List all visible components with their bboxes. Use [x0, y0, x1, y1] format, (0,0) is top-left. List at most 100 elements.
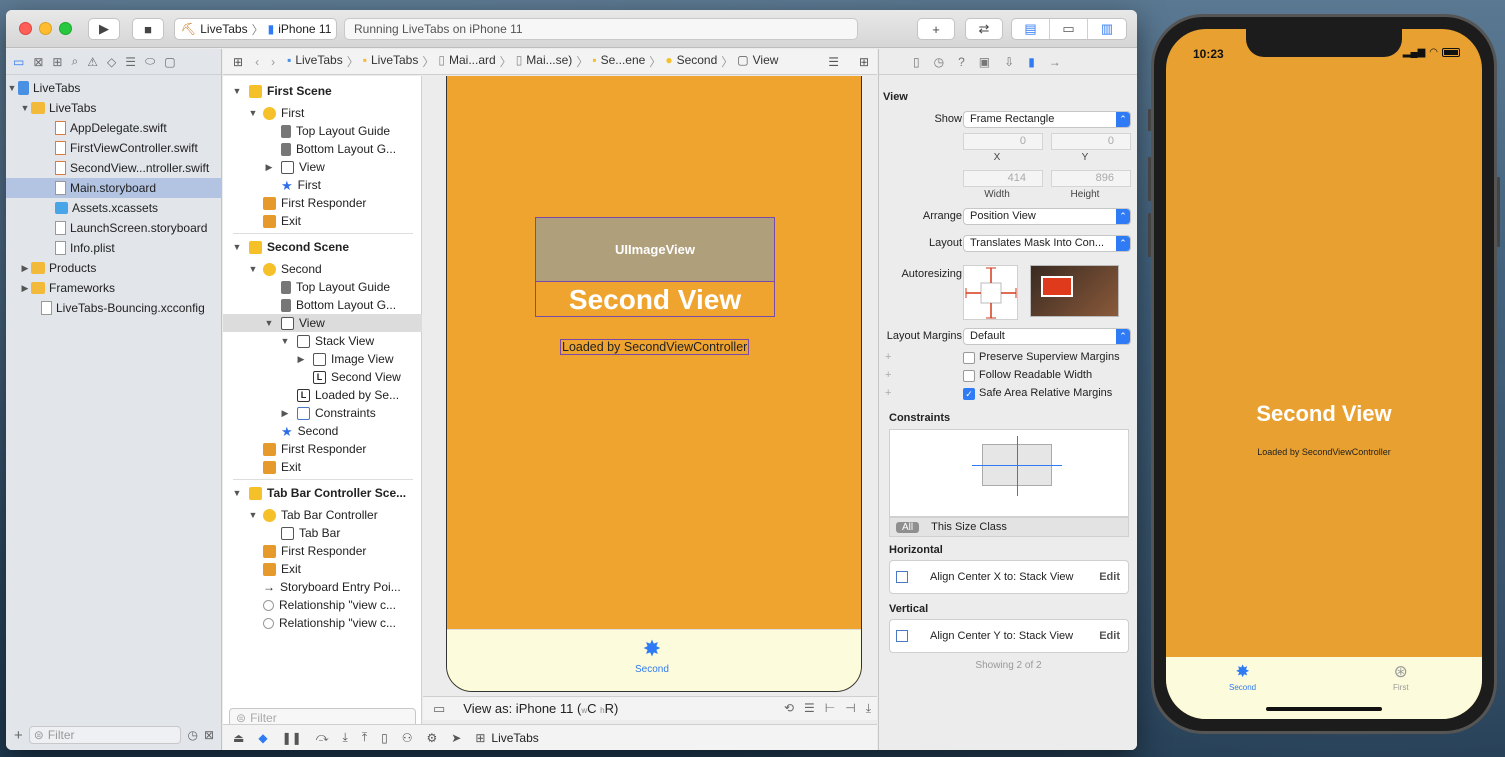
view-as-button[interactable]: View as: iPhone 11 (wC hR): [463, 701, 618, 716]
sim-tab-second[interactable]: ✸ Second: [1229, 663, 1256, 693]
nav-item-group[interactable]: ▼ LiveTabs: [6, 98, 222, 118]
outline-row[interactable]: ▶ View: [223, 158, 422, 176]
breadcrumb-item[interactable]: LiveTabs: [295, 53, 342, 70]
disclosure-closed-icon[interactable]: ▶: [295, 354, 307, 365]
height-field[interactable]: 896: [1051, 170, 1131, 187]
help-inspector-icon[interactable]: ?: [958, 55, 965, 69]
related-items-icon[interactable]: ⊞: [233, 55, 243, 69]
outline-row[interactable]: First Responder: [223, 440, 422, 458]
search-icon[interactable]: ⌕: [71, 54, 78, 69]
outline-row[interactable]: First Responder: [223, 194, 422, 212]
readable-width-checkbox[interactable]: [963, 370, 975, 382]
outline-row[interactable]: Top Layout Guide: [223, 122, 422, 140]
side-button[interactable]: [1497, 177, 1500, 247]
align-icon[interactable]: ⊢: [825, 701, 835, 716]
breadcrumb-item[interactable]: LiveTabs: [371, 53, 418, 70]
embed-in-stack-icon[interactable]: ☰: [804, 701, 815, 716]
run-button[interactable]: ▶: [88, 18, 120, 40]
outline-row[interactable]: Relationship "view c...: [223, 596, 422, 614]
disclosure-closed-icon[interactable]: ▶: [19, 283, 31, 294]
step-in-icon[interactable]: ⤓: [343, 730, 348, 745]
resolve-issues-icon[interactable]: ⤓: [866, 701, 871, 716]
disclosure-open-icon[interactable]: ▼: [247, 264, 259, 274]
symbol-icon[interactable]: ⊞: [52, 55, 62, 69]
outline-row-scene[interactable]: ▼ Second Scene: [223, 238, 422, 256]
toggle-navigator-icon[interactable]: ▤: [1012, 19, 1050, 39]
add-file-icon[interactable]: +: [14, 727, 23, 744]
simulator-screen[interactable]: 10:23 ▂▄▆ ◠ Second View Loaded by Second…: [1166, 29, 1482, 719]
outline-row[interactable]: Exit: [223, 212, 422, 230]
nav-item-file[interactable]: AppDelegate.swift: [6, 118, 222, 138]
volume-down-button[interactable]: [1148, 213, 1151, 257]
outline-row[interactable]: ▼ First: [223, 104, 422, 122]
disclosure-open-icon[interactable]: ▼: [263, 318, 275, 328]
outline-row[interactable]: Tab Bar: [223, 524, 422, 542]
environment-overrides-icon[interactable]: ⚙: [427, 731, 438, 745]
second-scene-view[interactable]: UIImageView Second View Loaded by Second…: [446, 76, 862, 692]
simulate-location-icon[interactable]: ➤: [451, 731, 461, 745]
attributes-inspector-icon[interactable]: ⇩: [1004, 55, 1014, 69]
outline-row[interactable]: Relationship "view c...: [223, 614, 422, 632]
test-icon[interactable]: ◇: [107, 55, 116, 69]
x-field[interactable]: 0: [963, 133, 1043, 150]
canvas-tab-bar[interactable]: ✸ Second: [447, 629, 861, 691]
zoom-window-button[interactable]: [59, 22, 72, 35]
outline-row[interactable]: Bottom Layout G...: [223, 140, 422, 158]
autoresizing-control[interactable]: [963, 265, 1018, 320]
nav-item-file[interactable]: Assets.xcassets: [6, 198, 222, 218]
nav-item-file[interactable]: FirstViewController.swift: [6, 138, 222, 158]
outline-row[interactable]: ▼ Second: [223, 260, 422, 278]
sim-tab-first[interactable]: ⊛ First: [1393, 663, 1409, 693]
volume-up-button[interactable]: [1148, 157, 1151, 201]
library-button[interactable]: +: [917, 18, 955, 40]
breadcrumb-item[interactable]: View: [753, 53, 779, 70]
outline-row[interactable]: ▼ Stack View: [223, 332, 422, 350]
editor-options-icon[interactable]: ☰: [828, 55, 839, 69]
outline-row[interactable]: L Second View: [223, 368, 422, 386]
plus-icon[interactable]: +: [885, 369, 891, 381]
outline-row[interactable]: ▶ Constraints: [223, 404, 422, 422]
outline-row[interactable]: ★ First: [223, 176, 422, 194]
preserve-margins-checkbox[interactable]: [963, 352, 975, 364]
source-control-icon[interactable]: ⊠: [33, 55, 43, 69]
outline-row[interactable]: Bottom Layout G...: [223, 296, 422, 314]
nav-item-group[interactable]: ▶ Products: [6, 258, 222, 278]
recent-files-icon[interactable]: ◷: [187, 728, 197, 742]
outline-row[interactable]: → Storyboard Entry Poi...: [223, 578, 422, 596]
identity-inspector-icon[interactable]: ▣: [979, 55, 990, 69]
breakpoint-icon[interactable]: ⬭: [145, 54, 155, 69]
nav-item-file[interactable]: SecondView...ntroller.swift: [6, 158, 222, 178]
outline-row[interactable]: First Responder: [223, 542, 422, 560]
warning-icon[interactable]: ⚠: [87, 55, 98, 69]
memory-graph-icon[interactable]: ⚇: [402, 731, 413, 745]
breadcrumb-item[interactable]: Se...ene: [601, 53, 646, 70]
breadcrumb-item[interactable]: Mai...se): [526, 53, 572, 70]
outline-row[interactable]: Exit: [223, 458, 422, 476]
connections-inspector-icon[interactable]: →: [1049, 55, 1061, 69]
tab-bar-item-second[interactable]: ✸ Second: [635, 638, 669, 676]
disclosure-open-icon[interactable]: ▼: [231, 86, 243, 96]
minimize-window-button[interactable]: [39, 22, 52, 35]
second-view-label[interactable]: Second View: [536, 282, 774, 317]
outline-row[interactable]: ▼ Tab Bar Controller: [223, 506, 422, 524]
step-over-icon[interactable]: ⤼: [316, 730, 329, 745]
step-out-icon[interactable]: ⤒: [362, 730, 367, 745]
arrange-popup[interactable]: Position View: [963, 207, 1131, 225]
back-arrow-icon[interactable]: ‹: [255, 55, 259, 69]
navigator-filter-input[interactable]: ⊜ Filter: [28, 726, 182, 744]
pause-icon[interactable]: ❚❚: [282, 731, 302, 745]
outline-row-scene[interactable]: ▼ First Scene: [223, 82, 422, 100]
disclosure-open-icon[interactable]: ▼: [19, 103, 31, 113]
folder-icon[interactable]: ▭: [13, 55, 24, 69]
add-editor-icon[interactable]: ⊞: [859, 55, 869, 69]
safe-area-checkbox[interactable]: ✓: [963, 388, 975, 400]
width-field[interactable]: 414: [963, 170, 1043, 187]
y-field[interactable]: 0: [1051, 133, 1131, 150]
breadcrumb-item[interactable]: Second: [677, 53, 718, 70]
disclosure-closed-icon[interactable]: ▶: [19, 263, 31, 274]
outline-row-scene[interactable]: ▼ Tab Bar Controller Sce...: [223, 484, 422, 502]
disclosure-closed-icon[interactable]: ▶: [263, 162, 275, 173]
outline-row[interactable]: Top Layout Guide: [223, 278, 422, 296]
nav-item-project[interactable]: ▼ LiveTabs: [6, 78, 222, 98]
size-inspector-icon[interactable]: ▮: [1028, 55, 1035, 69]
